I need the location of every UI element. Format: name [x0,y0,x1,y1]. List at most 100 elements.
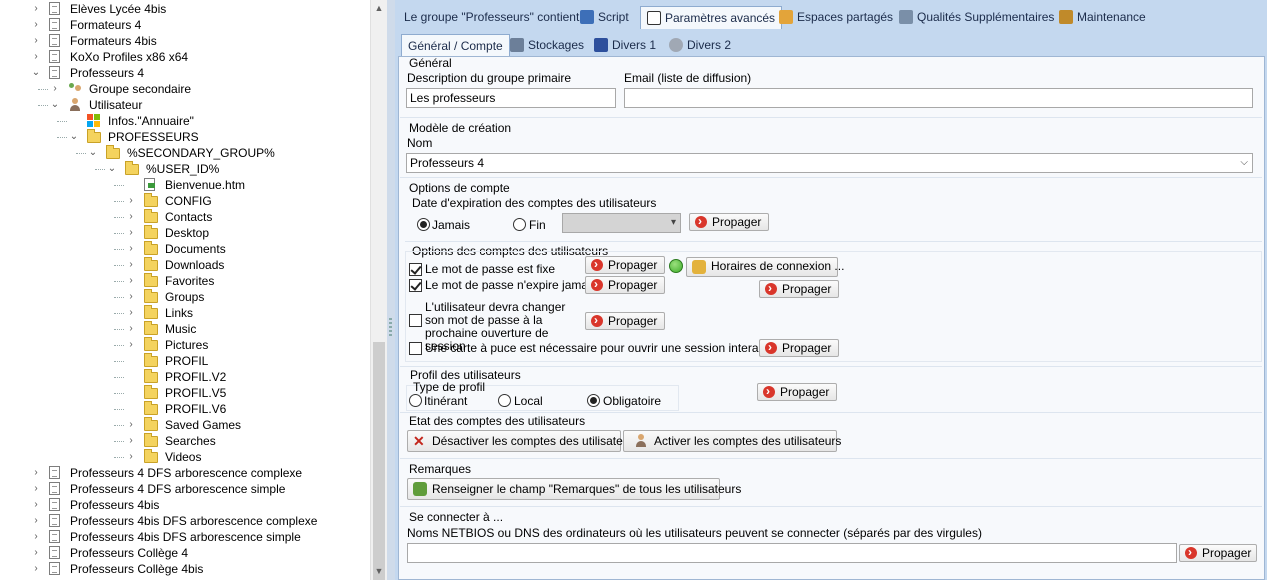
collapse-arrow-icon[interactable]: ⌄ [88,145,98,161]
tree-item[interactable]: › Documents [0,241,370,257]
expand-arrow-icon[interactable]: › [126,289,136,305]
tree-item[interactable]: Infos."Annuaire" [0,113,370,129]
smartcard-checkbox[interactable] [409,342,422,355]
expand-arrow-icon[interactable]: › [126,433,136,449]
tree-item[interactable]: › Elèves Lycée 4bis [0,1,370,17]
expand-arrow-icon[interactable]: › [126,241,136,257]
profile-mandatory-radio[interactable] [587,394,600,407]
tree-item[interactable]: › Videos [0,449,370,465]
tree-item[interactable]: ⌄ Utilisateur [0,97,370,113]
pw-fixed-checkbox[interactable] [409,263,422,276]
tree-item[interactable]: › Groupe secondaire [0,81,370,97]
tree-item[interactable]: › Searches [0,433,370,449]
subtab-storage[interactable]: Stockages [504,34,590,56]
workstations-input[interactable] [407,543,1177,563]
tree-item[interactable]: PROFIL.V5 [0,385,370,401]
expand-arrow-icon[interactable]: › [31,513,41,529]
expand-arrow-icon[interactable]: › [126,337,136,353]
tree-item[interactable]: ⌄ PROFESSEURS [0,129,370,145]
subtab-general-account[interactable]: Général / Compte [401,34,510,57]
expand-arrow-icon[interactable]: › [31,33,41,49]
propagate-pw-fixed-button[interactable]: Propager [585,256,665,274]
tree-item[interactable]: PROFIL.V2 [0,369,370,385]
collapse-arrow-icon[interactable]: ⌄ [31,65,41,81]
expand-arrow-icon[interactable]: › [31,1,41,17]
tab-maintenance[interactable]: Maintenance [1053,6,1152,28]
tree-item[interactable]: › Formateurs 4bis [0,33,370,49]
expiry-end-radio[interactable] [513,218,526,231]
email-input[interactable] [624,88,1253,108]
collapse-arrow-icon[interactable]: ⌄ [69,129,79,145]
tree-item[interactable]: › Professeurs Collège 4 [0,545,370,561]
tree-item[interactable]: › Music [0,321,370,337]
profile-local-radio[interactable] [498,394,511,407]
tree-item[interactable]: › Professeurs 4bis [0,497,370,513]
profile-roaming-radio[interactable] [409,394,422,407]
expand-arrow-icon[interactable]: › [31,465,41,481]
expand-arrow-icon[interactable]: › [31,49,41,65]
tab-group-contains[interactable]: Le groupe "Professeurs" contient [398,6,585,28]
propagate-smartcard-button[interactable]: Propager [759,339,839,357]
expand-arrow-icon[interactable]: › [126,449,136,465]
tree-item[interactable]: › Formateurs 4 [0,17,370,33]
tree-item[interactable]: Bienvenue.htm [0,177,370,193]
pw-never-expires-checkbox[interactable] [409,279,422,292]
expiry-date-picker[interactable]: ▾ [562,213,681,233]
propagate-must-change-button[interactable]: Propager [585,312,665,330]
group-tree[interactable]: › Elèves Lycée 4bis › Formateurs 4 › Formateu… [0,0,370,580]
expand-arrow-icon[interactable]: › [31,529,41,545]
tree-item[interactable]: PROFIL [0,353,370,369]
propagate-connect-button[interactable]: Propager [1179,544,1257,562]
subtab-misc1[interactable]: Divers 1 [588,34,662,56]
expand-arrow-icon[interactable]: › [126,273,136,289]
propagate-expiry-button[interactable]: Propager [689,213,769,231]
expiry-never-radio[interactable] [417,218,430,231]
subtab-misc2[interactable]: Divers 2 [663,34,737,56]
scroll-thumb[interactable] [373,342,385,580]
tree-item[interactable]: › Professeurs 4bis DFS arborescence compl… [0,513,370,529]
tree-item[interactable]: › Professeurs 4 DFS arborescence simple [0,481,370,497]
collapse-arrow-icon[interactable]: ⌄ [107,161,117,177]
scroll-up-arrow-icon[interactable]: ▲ [371,0,387,17]
expand-arrow-icon[interactable]: › [126,417,136,433]
panel-splitter[interactable] [387,0,395,580]
expand-arrow-icon[interactable]: › [31,17,41,33]
tree-item[interactable]: › Downloads [0,257,370,273]
tree-item[interactable]: › Groups [0,289,370,305]
tree-item[interactable]: › Professeurs 4bis DFS arborescence simpl… [0,529,370,545]
propagate-profile-button[interactable]: Propager [757,383,837,401]
tree-item[interactable]: › Professeurs Collège 4bis [0,561,370,577]
must-change-pw-checkbox[interactable] [409,314,422,327]
tree-item[interactable]: › Saved Games [0,417,370,433]
expand-arrow-icon[interactable]: › [31,561,41,577]
expand-arrow-icon[interactable]: › [126,321,136,337]
tree-item[interactable]: › Favorites [0,273,370,289]
propagate-pw-never-expires-button[interactable]: Propager [585,276,665,294]
propagate-logon-hours-button[interactable]: Propager [759,280,839,298]
tree-scrollbar[interactable]: ▲ ▼ [370,0,387,580]
tree-item[interactable]: ⌄ %USER_ID% [0,161,370,177]
tree-item[interactable]: › Desktop [0,225,370,241]
tree-item[interactable]: › Links [0,305,370,321]
tab-advanced-settings[interactable]: Paramètres avancés [640,6,783,29]
expand-arrow-icon[interactable]: › [31,481,41,497]
tab-shared-spaces[interactable]: Espaces partagés [773,6,899,28]
disable-accounts-button[interactable]: ✕ Désactiver les comptes des utilisateurs [407,430,639,452]
expand-arrow-icon[interactable]: › [50,81,60,97]
tab-script[interactable]: Script [574,6,635,28]
fill-remarks-button[interactable]: Renseigner le champ "Remarques" de tous … [407,478,741,500]
expand-arrow-icon[interactable]: › [126,209,136,225]
expand-arrow-icon[interactable]: › [31,545,41,561]
enable-accounts-button[interactable]: Activer les comptes des utilisateurs [623,430,841,452]
expand-arrow-icon[interactable]: › [126,225,136,241]
tree-item[interactable]: › Professeurs 4 DFS arborescence complexe [0,465,370,481]
tree-item[interactable]: PROFIL.V6 [0,401,370,417]
logon-hours-button[interactable]: Horaires de connexion ... [686,257,844,277]
expand-arrow-icon[interactable]: › [126,193,136,209]
scroll-down-arrow-icon[interactable]: ▼ [371,563,387,580]
tab-qualities[interactable]: Qualités Supplémentaires [893,6,1060,28]
tree-item[interactable]: › CONFIG [0,193,370,209]
model-name-select[interactable]: Professeurs 4 ⌵ [406,153,1253,173]
tree-item[interactable]: ⌄ %SECONDARY_GROUP% [0,145,370,161]
tree-item[interactable]: › Pictures [0,337,370,353]
